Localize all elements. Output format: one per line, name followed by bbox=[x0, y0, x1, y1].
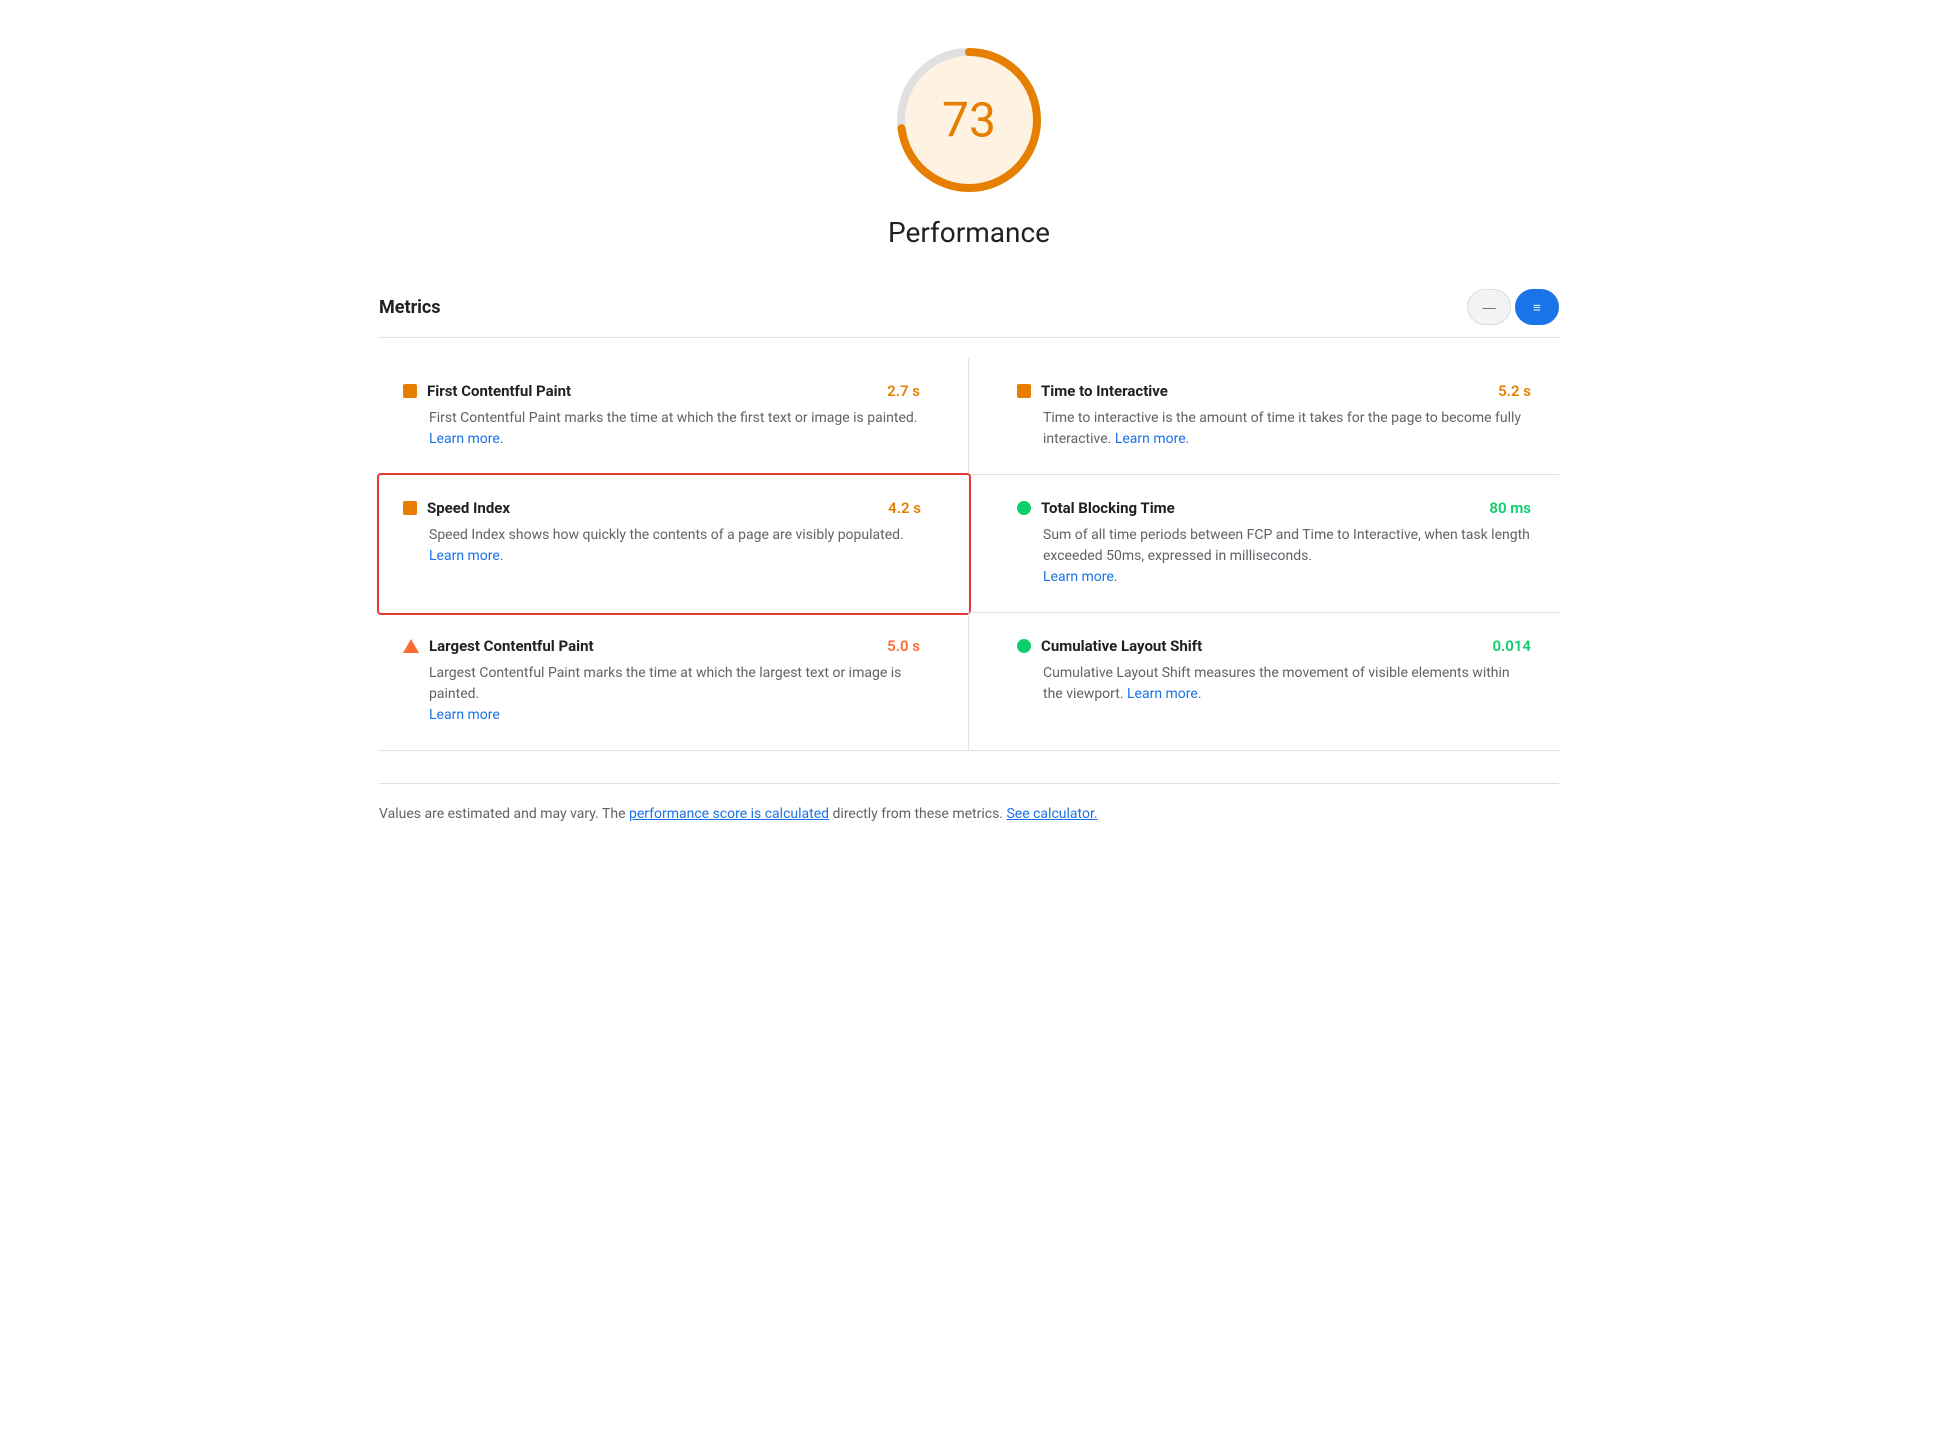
fcp-icon bbox=[403, 384, 417, 398]
cls-name: Cumulative Layout Shift bbox=[1041, 637, 1202, 655]
footer-text-middle: directly from these metrics. bbox=[829, 806, 1006, 822]
list-view-button[interactable]: — bbox=[1467, 289, 1511, 325]
metric-tti: Time to Interactive 5.2 s Time to intera… bbox=[969, 358, 1559, 475]
tti-learn-more[interactable]: Learn more bbox=[1115, 431, 1186, 447]
fcp-name: First Contentful Paint bbox=[427, 382, 571, 400]
lcp-icon bbox=[403, 639, 419, 653]
lcp-value: 5.0 s bbox=[887, 637, 920, 655]
cls-icon bbox=[1017, 639, 1031, 653]
metric-lcp-header: Largest Contentful Paint 5.0 s bbox=[403, 637, 920, 655]
metric-cls-header: Cumulative Layout Shift 0.014 bbox=[1017, 637, 1531, 655]
tbt-icon bbox=[1017, 501, 1031, 515]
footer-note: Values are estimated and may vary. The p… bbox=[379, 783, 1559, 825]
score-circle: 73 bbox=[889, 40, 1049, 200]
fcp-description: First Contentful Paint marks the time at… bbox=[403, 408, 920, 450]
cls-value: 0.014 bbox=[1492, 637, 1531, 655]
metric-tbt: Total Blocking Time 80 ms Sum of all tim… bbox=[969, 475, 1559, 613]
lcp-description: Largest Contentful Paint marks the time … bbox=[403, 663, 920, 726]
tti-value: 5.2 s bbox=[1498, 382, 1531, 400]
metric-si-header: Speed Index 4.2 s bbox=[403, 499, 921, 517]
metric-tti-header: Time to Interactive 5.2 s bbox=[1017, 382, 1531, 400]
tti-icon bbox=[1017, 384, 1031, 398]
lcp-learn-more[interactable]: Learn more bbox=[429, 707, 500, 723]
tbt-value: 80 ms bbox=[1489, 499, 1531, 517]
si-value: 4.2 s bbox=[888, 499, 921, 517]
tbt-name: Total Blocking Time bbox=[1041, 499, 1175, 517]
metrics-title: Metrics bbox=[379, 297, 441, 318]
footer-text-before: Values are estimated and may vary. The bbox=[379, 806, 629, 822]
fcp-learn-more[interactable]: Learn more bbox=[429, 431, 500, 447]
metric-tbt-header: Total Blocking Time 80 ms bbox=[1017, 499, 1531, 517]
si-icon bbox=[403, 501, 417, 515]
tti-name: Time to Interactive bbox=[1041, 382, 1168, 400]
cls-description: Cumulative Layout Shift measures the mov… bbox=[1017, 663, 1531, 705]
metric-cls: Cumulative Layout Shift 0.014 Cumulative… bbox=[969, 613, 1559, 751]
metrics-grid: First Contentful Paint 2.7 s First Conte… bbox=[379, 358, 1559, 751]
calculator-link[interactable]: See calculator. bbox=[1006, 806, 1097, 822]
tti-description: Time to interactive is the amount of tim… bbox=[1017, 408, 1531, 450]
metrics-header: Metrics — ≡ bbox=[379, 289, 1559, 338]
lcp-name: Largest Contentful Paint bbox=[429, 637, 594, 655]
si-learn-more[interactable]: Learn more bbox=[429, 548, 500, 564]
cls-learn-more[interactable]: Learn more bbox=[1127, 686, 1198, 702]
score-section: 73 Performance bbox=[379, 40, 1559, 249]
metric-si: Speed Index 4.2 s Speed Index shows how … bbox=[377, 473, 971, 615]
metric-lcp: Largest Contentful Paint 5.0 s Largest C… bbox=[379, 613, 969, 751]
si-name: Speed Index bbox=[427, 499, 510, 517]
score-value: 73 bbox=[942, 92, 996, 149]
view-toggle: — ≡ bbox=[1467, 289, 1559, 325]
metric-fcp: First Contentful Paint 2.7 s First Conte… bbox=[379, 358, 969, 475]
si-description: Speed Index shows how quickly the conten… bbox=[403, 525, 921, 567]
fcp-value: 2.7 s bbox=[887, 382, 920, 400]
tbt-learn-more[interactable]: Learn more bbox=[1043, 569, 1114, 585]
score-label: Performance bbox=[888, 216, 1050, 249]
grid-view-button[interactable]: ≡ bbox=[1515, 289, 1559, 325]
metric-fcp-header: First Contentful Paint 2.7 s bbox=[403, 382, 920, 400]
performance-score-link[interactable]: performance score is calculated bbox=[629, 806, 829, 822]
tbt-description: Sum of all time periods between FCP and … bbox=[1017, 525, 1531, 588]
